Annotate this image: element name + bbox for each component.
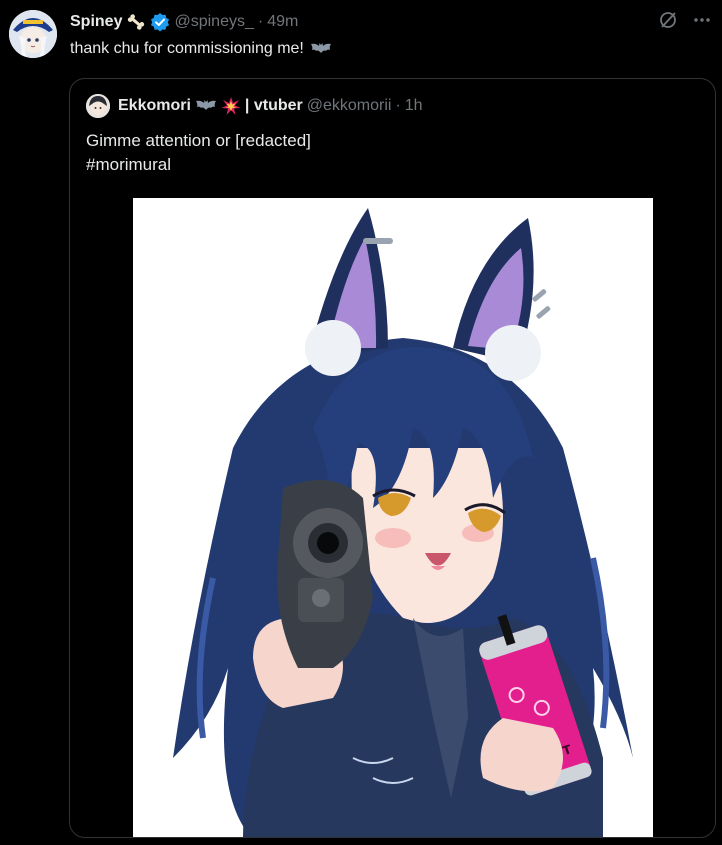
explosion-emoji-icon [221,96,241,116]
quoted-avatar [86,94,110,118]
author-name[interactable]: Spiney [70,13,122,31]
post-actions [658,10,712,30]
post-time[interactable]: 49m [267,13,298,31]
quoted-post-text: Gimme attention or [redacted] #morimural [86,129,311,177]
post-header: Spiney @spineys_ · 49m [70,10,298,34]
post-text-content: thank chu for commissioning me! [70,40,304,57]
tweet: Spiney @spineys_ · 49m thank chu for com… [0,0,722,845]
quoted-hashtag[interactable]: #morimural [86,153,311,177]
verified-badge-icon[interactable] [150,12,170,32]
bat-emoji-icon [310,40,332,58]
avatar[interactable] [9,10,57,58]
quoted-media-image[interactable]: MONST [133,198,653,837]
quoted-author-name[interactable]: Ekkomori [118,97,191,115]
post-text: thank chu for commissioning me! [70,38,332,60]
author-handle[interactable]: @spineys_ [174,13,253,31]
separator-dot: · [395,97,401,114]
quoted-text-line1: Gimme attention or [redacted] [86,131,311,150]
quoted-post[interactable]: Ekkomori | vtuber @ekkomorii · 1h Gimme … [69,78,716,838]
quoted-name-suffix: | vtuber [244,97,303,114]
quoted-author-handle[interactable]: @ekkomorii [307,97,392,115]
grok-icon[interactable] [658,10,678,30]
bat-emoji-icon [195,97,217,115]
more-icon[interactable] [692,10,712,30]
bone-emoji-icon [126,12,146,32]
quoted-post-time[interactable]: 1h [405,97,423,115]
quoted-post-header: Ekkomori | vtuber @ekkomorii · 1h [86,93,423,119]
separator-dot: · [257,13,264,30]
